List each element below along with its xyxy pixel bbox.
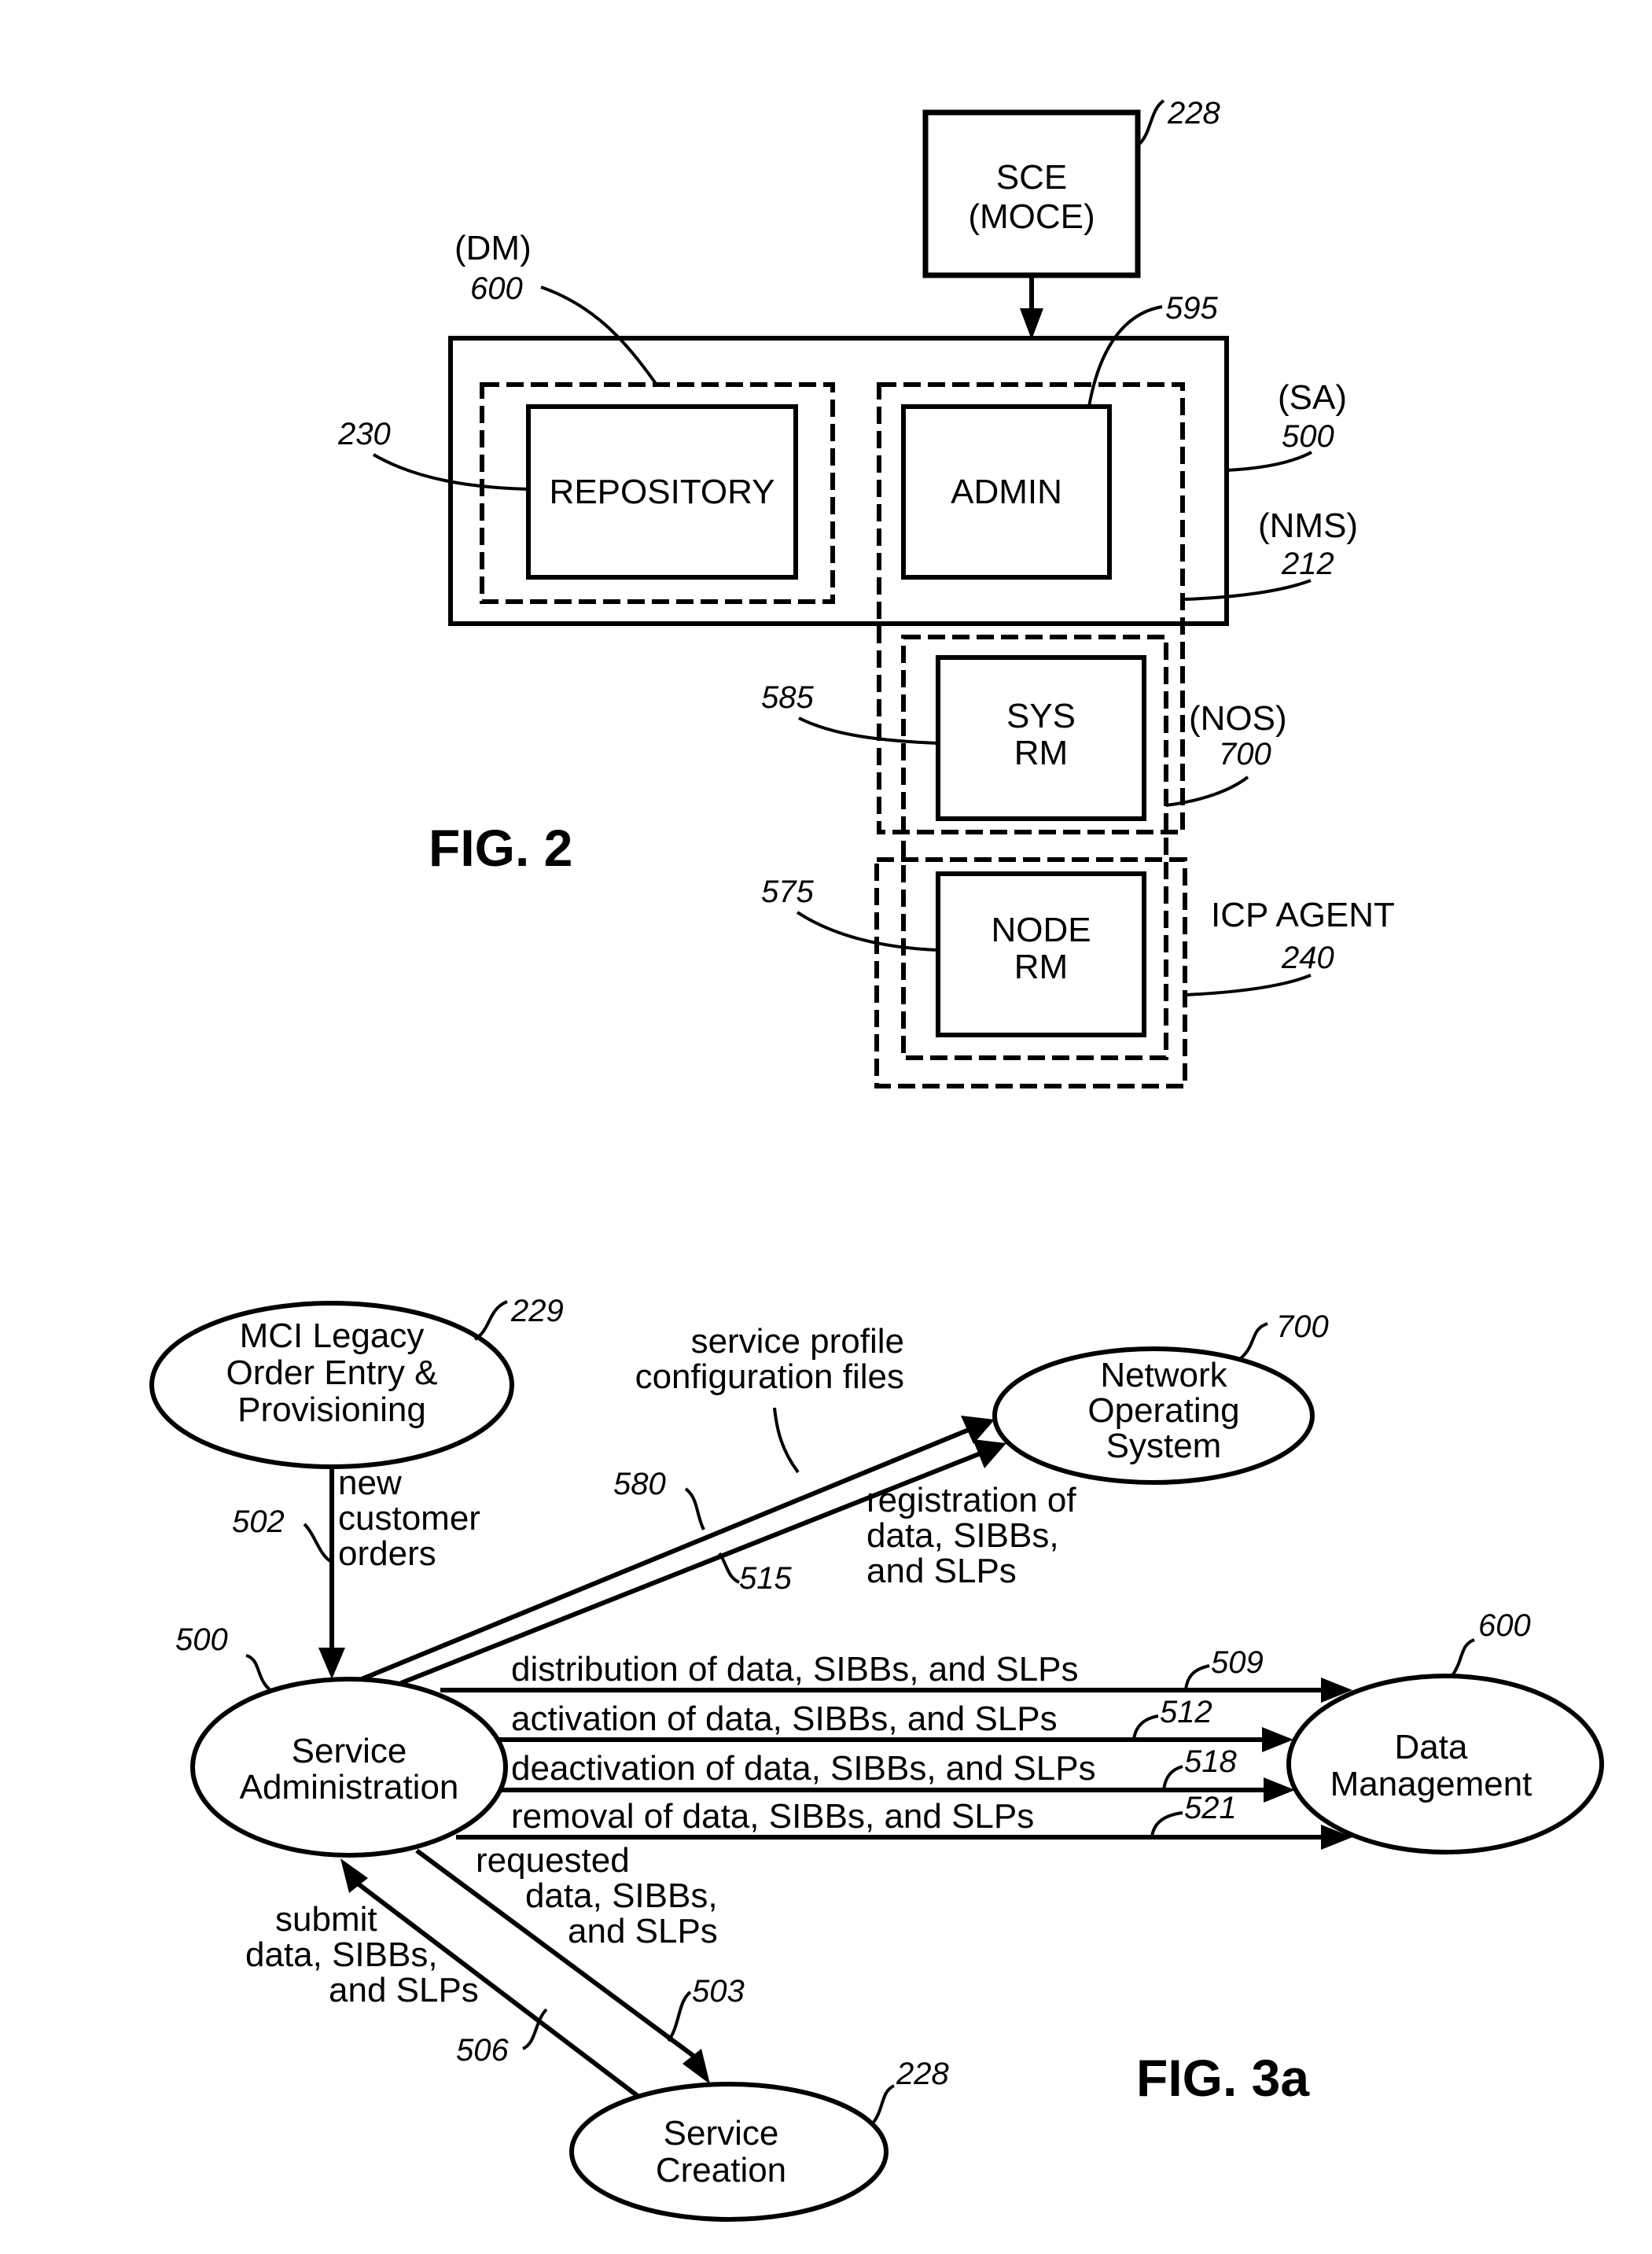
ref-580: 580 (613, 1467, 666, 1501)
ref-585: 585 (761, 680, 814, 715)
ref-leader-212 (1183, 579, 1312, 601)
service-profile-line-1: service profile (691, 1322, 904, 1361)
new-orders-line-3: orders (338, 1534, 436, 1573)
service-admin-line-2: Administration (240, 1768, 459, 1807)
ref-leader-575 (796, 911, 939, 952)
data-mgmt-line-2: Management (1330, 1765, 1532, 1803)
nos-abbr: (NOS) (1189, 699, 1287, 738)
ref-575: 575 (761, 875, 814, 909)
icp-agent-label: ICP AGENT (1211, 896, 1395, 934)
ref-leader-580 (684, 1487, 705, 1530)
service-profile-line-2: configuration files (635, 1357, 904, 1396)
ref-500: 500 (1282, 419, 1334, 454)
deactivation-label: deactivation of data, SIBBs, and SLPs (511, 1749, 1096, 1788)
ref-leader-600-fig3a (1450, 1638, 1475, 1678)
ref-506: 506 (456, 2033, 509, 2068)
legacy-line-2: Order Entry & (226, 1354, 438, 1392)
ref-leader-503 (667, 1991, 692, 2042)
ref-229: 229 (510, 1294, 564, 1328)
ref-503: 503 (692, 1974, 745, 2009)
ref-500-fig3a: 500 (175, 1622, 228, 1657)
submit-line-1: submit (275, 1900, 377, 1939)
distribution-label: distribution of data, SIBBs, and SLPs (511, 1650, 1079, 1689)
nos-line-2: Operating (1087, 1391, 1239, 1430)
ref-leader-585 (798, 716, 939, 745)
registration-line-1: registration of (866, 1481, 1076, 1519)
ref-leader-500-fig3a (245, 1654, 273, 1692)
ref-515: 515 (739, 1561, 792, 1596)
nms-abbr: (NMS) (1258, 506, 1358, 545)
rm-label: RM (1014, 734, 1068, 772)
dm-abbr: (DM) (454, 229, 532, 267)
admin-label: ADMIN (951, 473, 1062, 511)
ref-leader-service-profile (773, 1407, 800, 1474)
ref-509: 509 (1211, 1645, 1264, 1680)
legacy-line-3: Provisioning (237, 1390, 426, 1429)
nos-line-1: Network (1100, 1356, 1227, 1394)
ref-leader-518 (1162, 1765, 1183, 1791)
arrow-head-icon (1020, 308, 1043, 340)
requested-line-3: and SLPs (568, 1912, 718, 1950)
sce-label: SCE (996, 158, 1067, 197)
requested-line-2: data, SIBBs, (525, 1876, 718, 1915)
ref-leader-521 (1150, 1811, 1183, 1838)
ref-521: 521 (1184, 1791, 1237, 1825)
ref-700-fig3a: 700 (1276, 1309, 1329, 1344)
service-creation-line-1: Service (664, 2114, 779, 2153)
service-admin-line-1: Service (292, 1732, 407, 1770)
fig3a-caption: FIG. 3a (1136, 2049, 1310, 2107)
ref-leader-228-fig3a (871, 2084, 896, 2125)
ref-leader-228 (1136, 99, 1165, 147)
ref-600-fig3a: 600 (1478, 1608, 1531, 1643)
data-mgmt-line-1: Data (1395, 1728, 1468, 1766)
ref-leader-229 (473, 1300, 508, 1341)
ref-512: 512 (1160, 1695, 1212, 1729)
fig2-caption: FIG. 2 (429, 819, 572, 877)
service-creation-line-2: Creation (656, 2151, 786, 2190)
fig3a: MCI Legacy Order Entry & Provisioning Se… (149, 1294, 1604, 2222)
moce-label: (MOCE) (968, 197, 1095, 236)
ref-leader-500 (1226, 451, 1312, 472)
new-orders-line-1: new (338, 1464, 402, 1502)
ref-leader-509 (1184, 1664, 1210, 1691)
ref-600: 600 (470, 271, 523, 306)
ref-240: 240 (1281, 941, 1334, 975)
arrow-head-icon (683, 2049, 710, 2084)
node-rm-label: RM (1014, 948, 1068, 986)
arrow-head-icon (318, 1648, 345, 1679)
ref-518: 518 (1184, 1744, 1237, 1779)
sys-label: SYS (1006, 697, 1076, 735)
ref-leader-595 (1087, 305, 1163, 407)
submit-line-3: and SLPs (329, 1971, 479, 2009)
repository-label: REPOSITORY (550, 473, 775, 511)
ref-leader-240 (1184, 974, 1312, 996)
ref-228: 228 (1167, 96, 1220, 131)
submit-line-2: data, SIBBs, (245, 1935, 438, 1974)
fig2: SCE (MOCE) 228 REPOSITORY ADMIN SYS RM N… (337, 96, 1395, 1088)
ref-212: 212 (1281, 547, 1334, 581)
ref-700-fig2: 700 (1219, 737, 1271, 772)
ref-230: 230 (337, 417, 391, 451)
registration-line-3: and SLPs (866, 1552, 1017, 1590)
ref-leader-502 (303, 1523, 332, 1563)
sa-abbr: (SA) (1278, 378, 1347, 417)
activation-label: activation of data, SIBBs, and SLPs (511, 1700, 1058, 1738)
new-orders-line-2: customer (338, 1499, 480, 1538)
ref-228-fig3a: 228 (896, 2057, 949, 2091)
ref-leader-515 (718, 1552, 740, 1584)
removal-label: removal of data, SIBBs, and SLPs (511, 1797, 1034, 1836)
ref-595: 595 (1165, 291, 1218, 326)
ref-leader-700-fig2 (1165, 775, 1249, 807)
requested-line-1: requested (476, 1841, 630, 1880)
ref-leader-512 (1132, 1714, 1159, 1740)
ref-502: 502 (232, 1505, 285, 1539)
node-label: NODE (991, 911, 1091, 949)
ref-leader-700-fig3a (1239, 1322, 1268, 1360)
registration-line-2: data, SIBBs, (866, 1516, 1059, 1555)
patent-drawing-sheet: SCE (MOCE) 228 REPOSITORY ADMIN SYS RM N… (149, 96, 1604, 2222)
nos-line-3: System (1106, 1427, 1222, 1465)
legacy-line-1: MCI Legacy (240, 1317, 425, 1355)
